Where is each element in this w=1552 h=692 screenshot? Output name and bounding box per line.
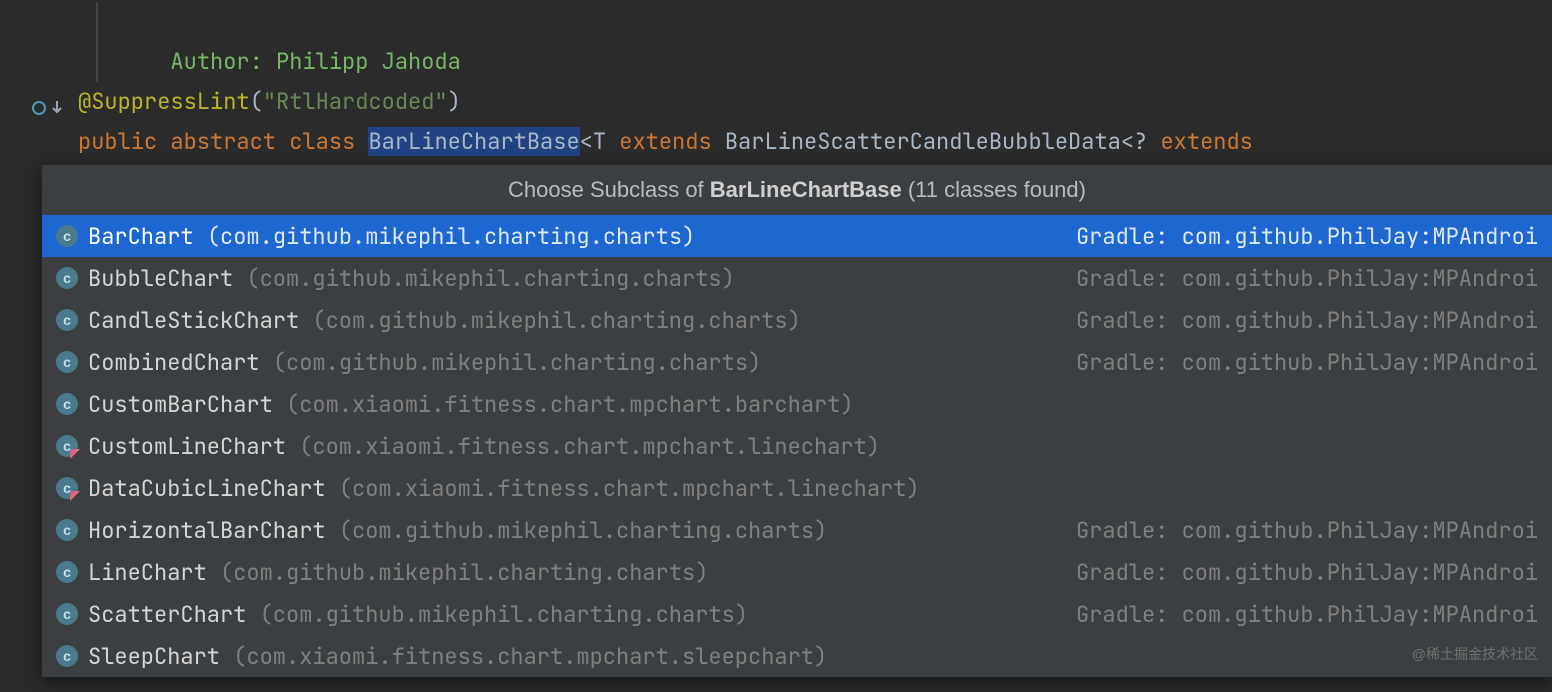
subclass-item-CandleStickChart[interactable]: c CandleStickChart (com.github.mikephil.c… <box>42 299 1552 341</box>
class-icon: c <box>56 645 78 667</box>
subclass-item-ScatterChart[interactable]: c ScatterChart (com.github.mikephil.chart… <box>42 593 1552 635</box>
class-name: SleepChart <box>88 642 233 671</box>
class-icon: c <box>56 603 78 625</box>
class-package: (com.github.mikephil.charting.charts) <box>207 222 695 251</box>
code-line-author: Author: Philipp Jahoda <box>78 2 1552 42</box>
class-package: (com.xiaomi.fitness.chart.mpchart.barcha… <box>286 390 854 419</box>
class-source: Gradle: com.github.PhilJay:MPAndroi <box>1036 516 1538 545</box>
subclass-item-CustomLineChart[interactable]: c CustomLineChart (com.xiaomi.fitness.cha… <box>42 425 1552 467</box>
choose-subclass-popup: Choose Subclass of BarLineChartBase (11 … <box>42 165 1552 677</box>
class-source: Gradle: com.github.PhilJay:MPAndroi <box>1036 222 1538 251</box>
class-icon: c <box>56 267 78 289</box>
class-name: CombinedChart <box>88 348 273 377</box>
class-name: BubbleChart <box>88 264 246 293</box>
subclass-item-HorizontalBarChart[interactable]: c HorizontalBarChart (com.github.mikephil… <box>42 509 1552 551</box>
class-icon: c <box>56 477 78 499</box>
class-package: (com.github.mikephil.charting.charts) <box>246 264 734 293</box>
code-line-class-decl: public abstract class BarLineChartBase<T… <box>78 122 1552 162</box>
class-name: BarChart <box>88 222 207 251</box>
class-icon: c <box>56 561 78 583</box>
class-package: (com.github.mikephil.charting.charts) <box>312 306 800 335</box>
class-source: Gradle: com.github.PhilJay:MPAndroi <box>1036 600 1538 629</box>
code-line-blank <box>78 42 1552 82</box>
subclass-item-CustomBarChart[interactable]: c CustomBarChart (com.xiaomi.fitness.char… <box>42 383 1552 425</box>
class-icon: c <box>56 309 78 331</box>
class-icon: c <box>56 351 78 373</box>
class-name: ScatterChart <box>88 600 260 629</box>
class-name-highlight: BarLineChartBase <box>368 127 579 156</box>
override-down-icon[interactable] <box>32 99 62 117</box>
class-icon: c <box>56 225 78 247</box>
annotation: @SuppressLint <box>78 87 250 116</box>
subclass-item-DataCubicLineChart[interactable]: c DataCubicLineChart (com.xiaomi.fitness.… <box>42 467 1552 509</box>
class-package: (com.xiaomi.fitness.chart.mpchart.linech… <box>299 432 880 461</box>
subclass-item-BarChart[interactable]: c BarChart (com.github.mikephil.charting.… <box>42 215 1552 257</box>
class-icon: c <box>56 435 78 457</box>
class-name: CustomBarChart <box>88 390 286 419</box>
class-source: Gradle: com.github.PhilJay:MPAndroi <box>1036 264 1538 293</box>
class-package: (com.xiaomi.fitness.chart.mpchart.linech… <box>339 474 920 503</box>
class-name: LineChart <box>88 558 220 587</box>
class-name: HorizontalBarChart <box>88 516 339 545</box>
subclass-item-CombinedChart[interactable]: c CombinedChart (com.github.mikephil.char… <box>42 341 1552 383</box>
class-package: (com.github.mikephil.charting.charts) <box>220 558 708 587</box>
class-name: CandleStickChart <box>88 306 312 335</box>
subclass-item-SleepChart[interactable]: c SleepChart (com.xiaomi.fitness.chart.mp… <box>42 635 1552 677</box>
class-source: Gradle: com.github.PhilJay:MPAndroi <box>1036 558 1538 587</box>
class-package: (com.github.mikephil.charting.charts) <box>273 348 761 377</box>
class-name: CustomLineChart <box>88 432 299 461</box>
class-package: (com.xiaomi.fitness.chart.mpchart.sleepc… <box>233 642 827 671</box>
subclass-item-LineChart[interactable]: c LineChart (com.github.mikephil.charting… <box>42 551 1552 593</box>
class-icon: c <box>56 393 78 415</box>
class-package: (com.github.mikephil.charting.charts) <box>260 600 748 629</box>
class-icon: c <box>56 519 78 541</box>
code-line-annotation: @SuppressLint("RtlHardcoded") <box>78 82 1552 122</box>
class-package: (com.github.mikephil.charting.charts) <box>339 516 827 545</box>
popup-list[interactable]: c BarChart (com.github.mikephil.charting.… <box>42 215 1552 677</box>
watermark: @稀土掘金技术社区 <box>1412 644 1538 664</box>
class-name: DataCubicLineChart <box>88 474 339 503</box>
class-source: Gradle: com.github.PhilJay:MPAndroi <box>1036 306 1538 335</box>
class-source: Gradle: com.github.PhilJay:MPAndroi <box>1036 348 1538 377</box>
popup-title: Choose Subclass of BarLineChartBase (11 … <box>42 165 1552 215</box>
subclass-item-BubbleChart[interactable]: c BubbleChart (com.github.mikephil.charti… <box>42 257 1552 299</box>
